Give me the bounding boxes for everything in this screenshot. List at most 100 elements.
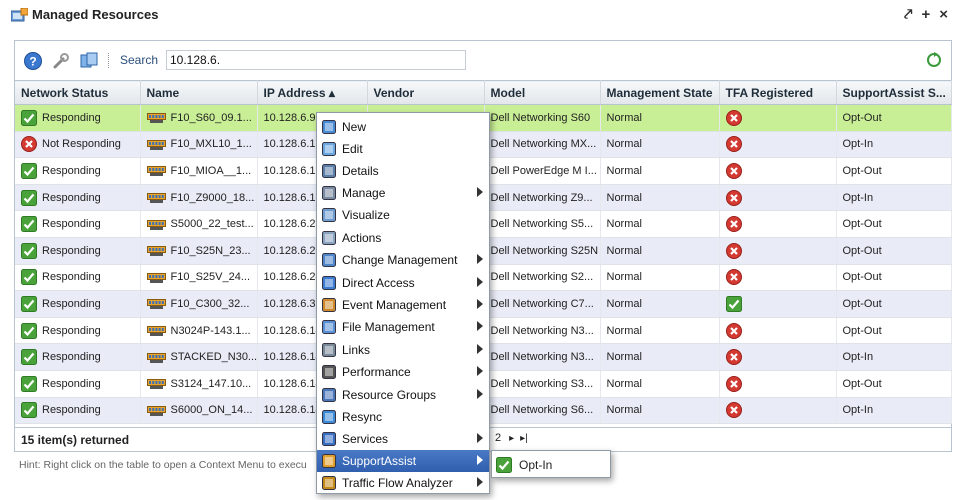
cell-network-status: Responding (15, 210, 141, 238)
pin-icon[interactable]: ⤤ (904, 6, 912, 24)
cell-network-status: Responding (15, 237, 141, 265)
network-device-icon (146, 299, 166, 310)
status-text: Responding (42, 111, 101, 124)
device-name: STACKED_N30... (170, 351, 257, 364)
resource-groups-icon (322, 388, 336, 402)
menu-item-event-management[interactable]: Event Management (317, 294, 489, 316)
menu-item-services[interactable]: Services (317, 428, 489, 450)
menu-item-resync[interactable]: Resync (317, 406, 489, 428)
cell-management-state: Normal (600, 210, 720, 238)
menu-item-supportassist[interactable]: SupportAssist (317, 450, 489, 472)
performance-icon (322, 365, 336, 379)
cell-name: F10_S25N_23... (140, 237, 258, 265)
cell-tfa-registered (719, 317, 837, 345)
menu-item-details[interactable]: Details (317, 160, 489, 182)
tfa-not-registered-icon (725, 349, 742, 366)
refresh-icon[interactable] (925, 51, 943, 69)
responding-icon (21, 322, 37, 339)
menu-item-label: Services (342, 432, 389, 446)
submenu-item-opt-in[interactable]: Opt-In (496, 455, 552, 475)
network-device-icon (146, 166, 166, 177)
column-header-vendor[interactable]: Vendor (367, 80, 485, 105)
cell-management-state: Normal (600, 397, 720, 425)
menu-item-label: Performance (342, 365, 411, 379)
cell-name: S3124_147.10... (140, 370, 258, 398)
visualize-icon (322, 208, 336, 222)
cell-model: Dell Networking N3... (484, 317, 601, 345)
resources-icon[interactable] (79, 51, 99, 71)
page-number[interactable]: 2 (493, 432, 503, 444)
submenu-arrow-icon (477, 455, 483, 465)
network-device-icon (146, 113, 166, 124)
device-name: F10_MIOA__1... (170, 164, 252, 177)
close-icon[interactable]: × (939, 6, 948, 24)
responding-icon (21, 402, 37, 419)
menu-item-manage[interactable]: Manage (317, 182, 489, 204)
add-icon[interactable]: + (921, 6, 930, 24)
hint-text: Hint: Right click on the table to open a… (19, 459, 307, 471)
cell-model: Dell Networking S25N (484, 237, 601, 265)
column-header-tfa-registered[interactable]: TFA Registered (719, 80, 837, 105)
cell-supportassist: Opt-In (836, 343, 952, 371)
network-device-icon (146, 219, 166, 230)
search-label: Search (120, 53, 159, 67)
column-header-network-status[interactable]: Network Status (15, 80, 141, 105)
toolbar: ? Search (15, 41, 951, 80)
menu-item-direct-access[interactable]: Direct Access (317, 272, 489, 294)
cell-tfa-registered (719, 157, 837, 185)
tfa-registered-icon (725, 295, 742, 312)
opt-in-check-icon (496, 457, 512, 473)
menu-item-label: Actions (342, 231, 382, 245)
cell-supportassist: Opt-Out (836, 290, 952, 318)
menu-item-change-management[interactable]: Change Management (317, 249, 489, 271)
column-header-management-state[interactable]: Management State (600, 80, 720, 105)
cell-tfa-registered (719, 397, 837, 425)
column-header-name[interactable]: Name (140, 80, 258, 105)
cell-network-status: Responding (15, 157, 141, 185)
status-text: Responding (42, 191, 101, 204)
submenu-arrow-icon (477, 277, 483, 287)
submenu-arrow-icon (477, 344, 483, 354)
tfa-not-registered-icon (725, 322, 742, 339)
edit-icon (322, 142, 336, 156)
settings-wrench-icon[interactable] (51, 51, 71, 71)
last-page-icon[interactable]: ▸| (520, 433, 528, 444)
cell-network-status: Responding (15, 290, 141, 318)
help-icon[interactable]: ? (23, 51, 43, 71)
cell-management-state: Normal (600, 317, 720, 345)
next-page-icon[interactable]: ▸ (509, 433, 514, 444)
cell-tfa-registered (719, 237, 837, 265)
menu-item-resource-groups[interactable]: Resource Groups (317, 384, 489, 406)
network-device-icon (146, 272, 166, 283)
cell-name: STACKED_N30... (140, 343, 258, 371)
menu-item-actions[interactable]: Actions (317, 227, 489, 249)
menu-item-traffic-flow-analyzer[interactable]: Traffic Flow Analyzer (317, 472, 489, 494)
menu-item-file-management[interactable]: File Management (317, 316, 489, 338)
menu-item-links[interactable]: Links (317, 339, 489, 361)
status-text: Responding (42, 324, 101, 337)
cell-management-state: Normal (600, 370, 720, 398)
column-header-model[interactable]: Model (484, 80, 601, 105)
column-header-ip-address[interactable]: IP Address ▴ (257, 80, 368, 105)
cell-tfa-registered (719, 131, 837, 159)
tfa-not-registered-icon (725, 136, 742, 153)
device-name: N3024P-143.1... (170, 324, 251, 337)
network-device-icon (146, 193, 166, 204)
tfa-not-registered-icon (725, 375, 742, 392)
menu-item-performance[interactable]: Performance (317, 361, 489, 383)
menu-item-edit[interactable]: Edit (317, 138, 489, 160)
menu-item-label: Traffic Flow Analyzer (342, 476, 453, 490)
menu-item-new[interactable]: New (317, 116, 489, 138)
menu-item-visualize[interactable]: Visualize (317, 204, 489, 226)
column-header-supportassist[interactable]: SupportAssist S... (836, 80, 952, 105)
submenu-arrow-icon (477, 299, 483, 309)
menu-item-label: Change Management (342, 253, 458, 267)
tfa-not-registered-icon (725, 269, 742, 286)
cell-supportassist: Opt-Out (836, 264, 952, 292)
cell-model: Dell Networking S3... (484, 370, 601, 398)
cell-tfa-registered (719, 290, 837, 318)
search-input[interactable] (166, 50, 466, 70)
tfa-not-registered-icon (725, 189, 742, 206)
cell-model: Dell Networking C7... (484, 290, 601, 318)
cell-network-status: Not Responding (15, 131, 141, 159)
